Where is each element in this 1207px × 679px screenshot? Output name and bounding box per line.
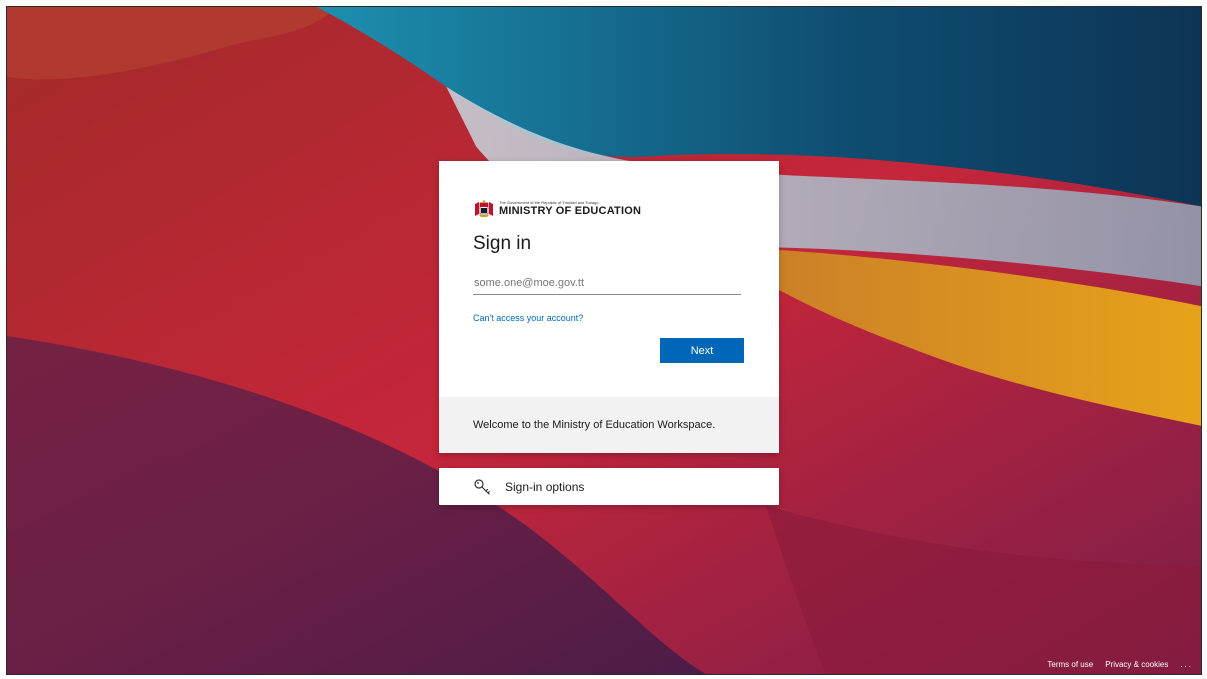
coat-of-arms-icon [475,200,493,217]
privacy-cookies-link[interactable]: Privacy & cookies [1105,660,1168,669]
welcome-panel: Welcome to the Ministry of Education Wor… [439,397,779,453]
signin-options-label: Sign-in options [505,479,585,494]
signin-options-button[interactable]: Sign-in options [439,468,779,505]
page-title: Sign in [473,233,532,254]
more-options-icon[interactable]: ... [1180,660,1193,669]
terms-of-use-link[interactable]: Terms of use [1047,660,1093,669]
logo-title: MINISTRY OF EDUCATION [499,205,642,217]
key-icon [474,478,490,495]
footer: Terms of use Privacy & cookies ... [1035,660,1193,669]
cant-access-account-link[interactable]: Can't access your account? [473,313,583,323]
ministry-logo: The Government of the Republic of Trinid… [473,199,641,219]
signin-card: The Government of the Republic of Trinid… [439,161,779,453]
welcome-message: Welcome to the Ministry of Education Wor… [473,419,716,431]
next-button[interactable]: Next [660,338,744,363]
login-page: The Government of the Republic of Trinid… [6,6,1202,675]
email-field[interactable] [473,271,741,295]
